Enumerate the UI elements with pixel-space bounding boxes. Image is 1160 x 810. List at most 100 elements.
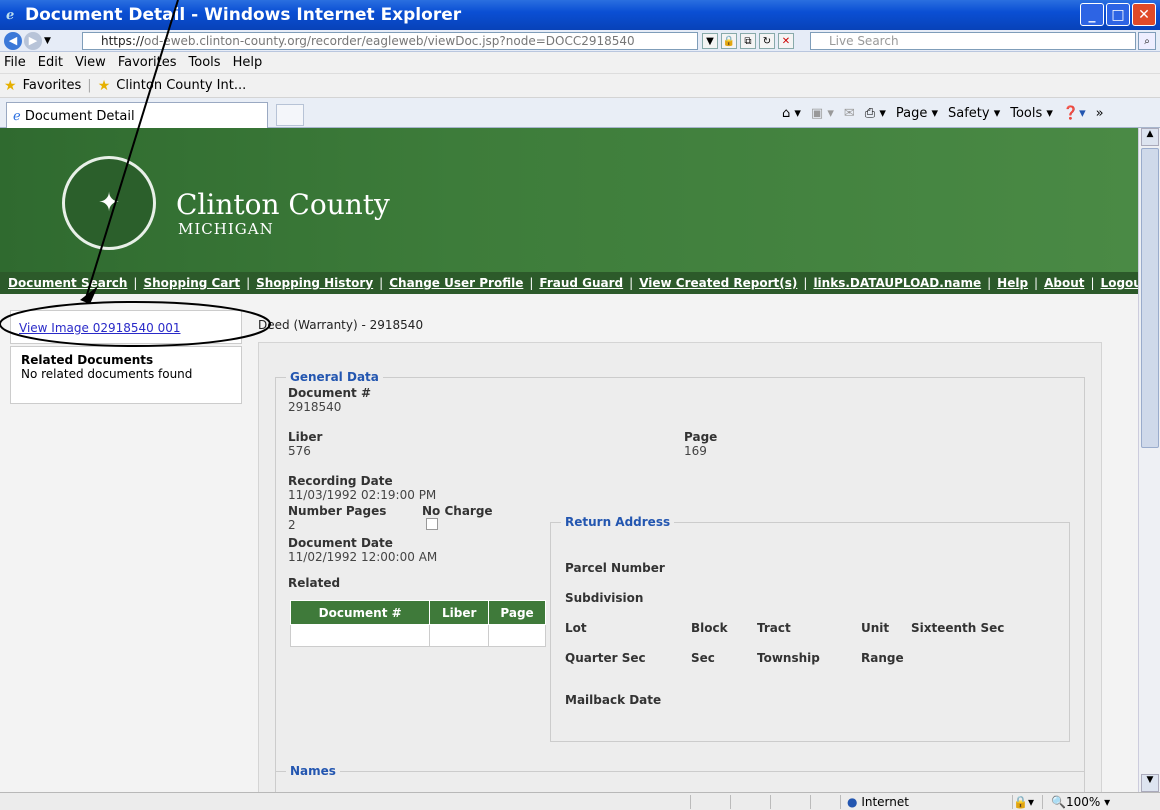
names-fieldset: Names bbox=[275, 764, 1085, 792]
doc-num-label: Document # bbox=[288, 386, 372, 400]
live-search-input[interactable]: Live Search bbox=[810, 32, 1136, 50]
liber-label: Liber bbox=[288, 430, 323, 444]
page-value: 169 bbox=[684, 444, 707, 458]
page-content: ✦ Clinton County MICHIGAN Document Searc… bbox=[0, 128, 1138, 792]
mailback-label: Mailback Date bbox=[565, 693, 662, 707]
ie-logo-icon: ℯ bbox=[6, 8, 15, 23]
liber-value: 576 bbox=[288, 444, 311, 458]
col-page: Page bbox=[488, 600, 546, 625]
unit-label: Unit bbox=[861, 621, 890, 635]
status-bar: ● Internet 🔒▾ 🔍100% ▾ bbox=[0, 792, 1160, 810]
general-data-legend: General Data bbox=[286, 370, 383, 384]
page-menu[interactable]: Page ▾ bbox=[896, 106, 938, 121]
menu-favorites[interactable]: Favorites bbox=[118, 55, 177, 70]
compat-icon[interactable]: ⧉ bbox=[740, 33, 756, 49]
more-icon[interactable]: » bbox=[1096, 106, 1104, 121]
print-icon[interactable]: ⎙ ▾ bbox=[865, 106, 886, 121]
page-label: Page bbox=[684, 430, 718, 444]
stop-icon[interactable]: ✕ bbox=[778, 33, 794, 49]
menu-file[interactable]: File bbox=[4, 55, 26, 70]
nav-help[interactable]: Help bbox=[997, 276, 1028, 290]
safety-menu[interactable]: Safety ▾ bbox=[948, 106, 1000, 121]
favorites-star-icon[interactable]: ★ bbox=[4, 78, 17, 94]
history-dropdown-icon[interactable]: ▼ bbox=[44, 36, 51, 46]
menu-tools[interactable]: Tools bbox=[189, 55, 221, 70]
view-image-panel: View Image 02918540 001 bbox=[10, 310, 242, 344]
related-title: Related Documents bbox=[21, 353, 154, 367]
add-favorite-icon[interactable]: ★ bbox=[98, 78, 111, 94]
favorite-item-clinton[interactable]: Clinton County Int... bbox=[116, 78, 246, 93]
scroll-down-icon[interactable]: ▼ bbox=[1141, 774, 1159, 792]
state-name: MICHIGAN bbox=[178, 220, 274, 238]
close-button[interactable]: ✕ bbox=[1132, 3, 1156, 26]
tools-menu[interactable]: Tools ▾ bbox=[1010, 106, 1053, 121]
nav-shopping-history[interactable]: Shopping History bbox=[256, 276, 373, 290]
minimize-button[interactable]: _ bbox=[1080, 3, 1104, 26]
county-seal-icon: ✦ bbox=[62, 156, 156, 250]
menu-view[interactable]: View bbox=[75, 55, 106, 70]
menu-bar: File Edit View Favorites Tools Help bbox=[0, 52, 1160, 74]
dropdown-icon[interactable]: ▼ bbox=[702, 33, 718, 49]
document-date-label: Document Date bbox=[288, 536, 393, 550]
feeds-icon[interactable]: ▣ ▾ bbox=[811, 106, 834, 121]
nav-change-profile[interactable]: Change User Profile bbox=[389, 276, 523, 290]
no-charge-checkbox[interactable] bbox=[426, 518, 438, 530]
search-icon[interactable]: ⌕ bbox=[1138, 32, 1156, 50]
page-icon: ℯ bbox=[13, 109, 21, 124]
nav-dataupload[interactable]: links.DATAUPLOAD.name bbox=[813, 276, 981, 290]
return-address-fieldset: Return Address Parcel Number Subdivision… bbox=[550, 515, 1070, 742]
refresh-icon[interactable]: ↻ bbox=[759, 33, 775, 49]
view-image-link[interactable]: View Image 02918540 001 bbox=[19, 321, 180, 335]
number-pages-value: 2 bbox=[288, 518, 296, 532]
protected-mode-icon[interactable]: 🔒▾ bbox=[1012, 795, 1042, 809]
nav-view-reports[interactable]: View Created Report(s) bbox=[639, 276, 797, 290]
range-label: Range bbox=[861, 651, 904, 665]
menu-help[interactable]: Help bbox=[233, 55, 263, 70]
nav-about[interactable]: About bbox=[1044, 276, 1084, 290]
scroll-up-icon[interactable]: ▲ bbox=[1141, 128, 1159, 146]
lock-icon[interactable]: 🔒 bbox=[721, 33, 737, 49]
general-data-fieldset: General Data Document # 2918540 Liber 57… bbox=[275, 370, 1085, 785]
nav-logout[interactable]: Logout CCA bbox=[1101, 276, 1138, 290]
tab-document-detail[interactable]: ℯ Document Detail bbox=[6, 102, 268, 128]
url-input[interactable]: https://od-eweb.clinton-county.org/recor… bbox=[82, 32, 698, 50]
county-banner: ✦ Clinton County MICHIGAN bbox=[0, 128, 1138, 272]
col-liber: Liber bbox=[429, 600, 490, 625]
no-charge-label: No Charge bbox=[422, 504, 493, 518]
tract-label: Tract bbox=[757, 621, 791, 635]
scroll-thumb[interactable] bbox=[1141, 148, 1159, 448]
globe-icon: ● bbox=[847, 795, 858, 809]
vertical-scrollbar[interactable]: ▲ ▼ bbox=[1138, 128, 1160, 792]
number-pages-label: Number Pages bbox=[288, 504, 387, 518]
sec-label: Sec bbox=[691, 651, 715, 665]
menu-edit[interactable]: Edit bbox=[38, 55, 63, 70]
new-tab-button[interactable] bbox=[276, 104, 304, 126]
recording-date-value: 11/03/1992 02:19:00 PM bbox=[288, 488, 437, 502]
window-titlebar: ℯ Document Detail - Windows Internet Exp… bbox=[0, 0, 1160, 30]
command-bar: ⌂ ▾ ▣ ▾ ✉ ⎙ ▾ Page ▾ Safety ▾ Tools ▾ ❓▾… bbox=[782, 106, 1104, 121]
address-bar: ◀ ▶ ▼ https://od-eweb.clinton-county.org… bbox=[0, 30, 1160, 52]
recording-date-label: Recording Date bbox=[288, 474, 393, 488]
help-icon[interactable]: ❓▾ bbox=[1063, 106, 1086, 121]
forward-button[interactable]: ▶ bbox=[24, 31, 42, 50]
maximize-button[interactable]: □ bbox=[1106, 3, 1130, 26]
nav-document-search[interactable]: Document Search bbox=[8, 276, 127, 290]
document-detail-box: General Data Document # 2918540 Liber 57… bbox=[258, 342, 1102, 792]
mail-icon[interactable]: ✉ bbox=[844, 106, 855, 121]
zoom-control[interactable]: 🔍100% ▾ bbox=[1042, 795, 1142, 809]
favorites-button[interactable]: Favorites bbox=[23, 78, 82, 93]
table-row bbox=[289, 624, 546, 647]
home-icon[interactable]: ⌂ ▾ bbox=[782, 106, 801, 121]
return-address-legend: Return Address bbox=[561, 515, 675, 529]
sixteenth-label: Sixteenth Sec bbox=[911, 621, 1005, 635]
names-legend: Names bbox=[286, 764, 340, 778]
subdivision-label: Subdivision bbox=[565, 591, 644, 605]
related-table: Document # Liber Page bbox=[289, 600, 546, 647]
nav-shopping-cart[interactable]: Shopping Cart bbox=[143, 276, 240, 290]
block-label: Block bbox=[691, 621, 728, 635]
col-document-num: Document # bbox=[289, 600, 431, 625]
quarter-label: Quarter Sec bbox=[565, 651, 646, 665]
township-label: Township bbox=[757, 651, 820, 665]
back-button[interactable]: ◀ bbox=[4, 31, 22, 50]
nav-fraud-guard[interactable]: Fraud Guard bbox=[539, 276, 623, 290]
